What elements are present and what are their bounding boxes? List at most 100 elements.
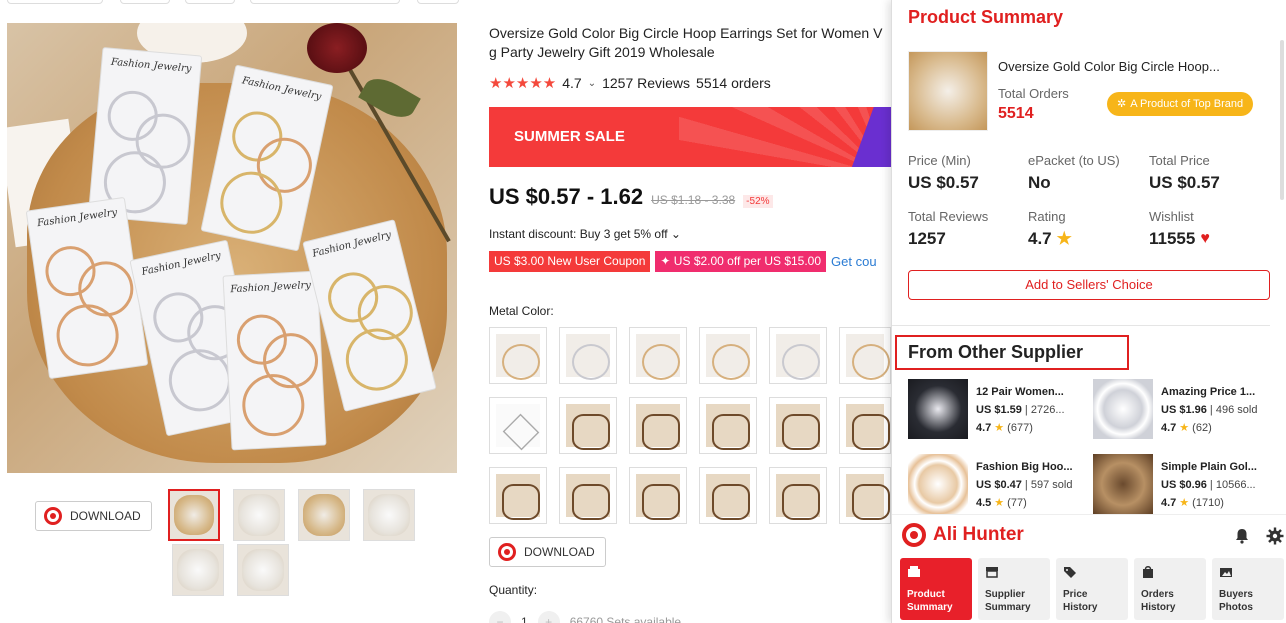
quantity-label: Quantity: (489, 583, 538, 597)
thumbnail[interactable] (237, 544, 289, 596)
chevron-down-icon[interactable]: ⌄ (588, 78, 596, 89)
photos-icon (1220, 568, 1232, 577)
supplier-price-row: US $0.47 | 597 sold (976, 479, 1073, 491)
tab-label: Orders (1141, 589, 1174, 600)
color-variant[interactable] (629, 397, 687, 454)
color-variant[interactable] (699, 467, 757, 524)
color-variant[interactable] (559, 327, 617, 384)
supplier-item[interactable]: Amazing Price 1... US $1.96 | 496 sold 4… (1093, 379, 1273, 441)
variant-image (636, 474, 680, 520)
add-to-sellers-choice-button[interactable]: Add to Sellers' Choice (908, 270, 1270, 300)
color-variant[interactable] (699, 397, 757, 454)
variant-image (846, 404, 890, 450)
panel-scroll-area[interactable]: Oversize Gold Color Big Circle Hoop... T… (892, 38, 1286, 514)
variant-image (776, 404, 820, 450)
rating-value: 4.7 (562, 75, 582, 91)
color-variant[interactable] (559, 467, 617, 524)
top-tab[interactable] (250, 0, 400, 4)
stat-value: US $0.57 (908, 173, 979, 193)
sale-banner[interactable]: SUMMER SALE (489, 107, 891, 167)
color-variant[interactable] (489, 397, 547, 454)
supplier-rating: 4.5 (976, 496, 992, 509)
thumbnail[interactable] (168, 489, 220, 541)
color-variant[interactable] (489, 467, 547, 524)
stat-wishlist: Wishlist 11555 ♥ (1149, 209, 1210, 249)
top-tab[interactable] (120, 0, 170, 4)
orders-count: 5514 orders (696, 75, 771, 91)
top-tab[interactable] (417, 0, 459, 4)
tab-label: Supplier (985, 589, 1026, 600)
supplier-item[interactable]: Simple Plain Gol... US $0.96 | 10566... … (1093, 454, 1273, 514)
target-icon (902, 523, 926, 547)
thumbnail[interactable] (233, 489, 285, 541)
summary-product-image (908, 51, 988, 131)
download-label: DOWNLOAD (524, 545, 595, 559)
increment-button[interactable]: + (537, 611, 560, 623)
star-icon: ★ (1179, 422, 1190, 434)
supplier-price: US $0.47 (976, 479, 1022, 491)
color-variant[interactable] (839, 467, 891, 524)
instant-discount[interactable]: Instant discount: Buy 3 get 5% off ⌄ (489, 227, 681, 241)
color-variant[interactable] (839, 397, 891, 454)
other-supplier-title: From Other Supplier (895, 335, 1129, 370)
variant-image (566, 334, 610, 380)
decrement-button[interactable]: − (489, 611, 511, 623)
quantity-value[interactable]: 1 (521, 615, 528, 623)
star-icon: ★ (1179, 497, 1190, 509)
color-variant[interactable] (769, 397, 827, 454)
divider (892, 325, 1270, 326)
panel-scrollbar[interactable] (1280, 40, 1284, 200)
store-icon (986, 567, 998, 578)
supplier-image (908, 454, 968, 514)
thumbnail[interactable] (298, 489, 350, 541)
tab-supplier-summary[interactable]: Supplier Summary (978, 558, 1050, 620)
star-icon: ★ (994, 497, 1005, 509)
supplier-image (1093, 379, 1153, 439)
supplier-item[interactable]: 12 Pair Women... US $1.59 | 2726... 4.7 ★… (908, 379, 1088, 441)
tab-label: Photos (1219, 602, 1253, 613)
supplier-price: US $1.96 (1161, 404, 1207, 416)
top-tab[interactable] (7, 0, 103, 4)
color-variant[interactable] (629, 327, 687, 384)
supplier-item[interactable]: Fashion Big Hoo... US $0.47 | 597 sold 4… (908, 454, 1088, 514)
color-variant[interactable] (769, 327, 827, 384)
banner-text: SUMMER SALE (514, 128, 625, 145)
variant-image (776, 334, 820, 380)
bell-icon[interactable] (1233, 527, 1251, 545)
get-coupons-link[interactable]: Get cou (831, 254, 877, 269)
color-variant[interactable] (559, 397, 617, 454)
color-variant[interactable] (699, 327, 757, 384)
new-user-coupon[interactable]: US $3.00 New User Coupon (489, 251, 651, 272)
color-variant[interactable] (769, 467, 827, 524)
summary-product-name[interactable]: Oversize Gold Color Big Circle Hoop... (998, 59, 1238, 74)
reviews-link[interactable]: 1257 Reviews (602, 75, 690, 91)
tab-buyers-photos[interactable]: Buyers Photos (1212, 558, 1284, 620)
tab-label: Price (1063, 589, 1088, 600)
variant-image (496, 474, 540, 520)
variant-image (706, 474, 750, 520)
tab-product-summary[interactable]: Product Summary (900, 558, 972, 620)
stat-label: Total Price (1149, 153, 1210, 168)
download-button[interactable]: DOWNLOAD (35, 501, 152, 531)
thumbnail[interactable] (172, 544, 224, 596)
top-tab[interactable] (185, 0, 235, 4)
tab-orders-history[interactable]: Orders History (1134, 558, 1206, 620)
supplier-sold: 496 sold (1215, 404, 1258, 416)
tab-price-history[interactable]: Price History (1056, 558, 1128, 620)
thumbnail-image (303, 494, 345, 536)
stat-value: US $0.57 (1149, 173, 1220, 193)
main-product-image[interactable]: Fashion Jewelry Fashion Jewelry Fashion … (7, 23, 457, 473)
gear-icon[interactable] (1266, 527, 1284, 545)
color-variant[interactable] (839, 327, 891, 384)
card-label: Fashion Jewelry (110, 56, 192, 75)
color-variant[interactable] (489, 327, 547, 384)
supplier-name: 12 Pair Women... (976, 386, 1064, 398)
color-variant[interactable] (629, 467, 687, 524)
thumbnail[interactable] (363, 489, 415, 541)
stat-rating: Rating 4.7 ★ (1028, 209, 1072, 249)
download-button[interactable]: DOWNLOAD (489, 537, 606, 567)
stat-value-text: 11555 (1149, 229, 1196, 248)
coupon-row: US $3.00 New User Coupon ✦ US $2.00 off … (489, 251, 877, 272)
stat-value-text: US $0.57 (908, 173, 979, 192)
store-coupon[interactable]: ✦ US $2.00 off per US $15.00 (655, 251, 827, 272)
